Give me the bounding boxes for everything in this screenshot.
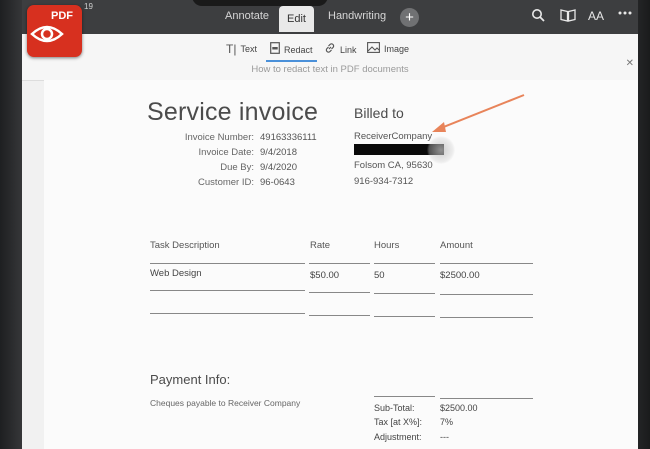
pdf-expert-logo: PDF bbox=[27, 5, 82, 57]
tab-annotate[interactable]: Annotate bbox=[225, 10, 269, 22]
image-icon bbox=[367, 42, 380, 56]
due-by-value: 9/4/2020 bbox=[260, 162, 297, 173]
app-screen: 19 Annotate Edit Handwriting + AA T| Tex… bbox=[22, 0, 638, 449]
search-icon[interactable] bbox=[531, 8, 545, 25]
table-rule bbox=[374, 293, 435, 294]
table-rule bbox=[309, 263, 370, 264]
table-rule bbox=[150, 313, 305, 314]
row-task: Web Design bbox=[150, 268, 202, 279]
logo-text: PDF bbox=[51, 10, 73, 22]
add-tab-button[interactable]: + bbox=[400, 8, 419, 27]
adjustment-label: Adjustment: bbox=[374, 432, 422, 442]
billed-city[interactable]: Folsom CA, 95630 bbox=[354, 160, 433, 171]
customer-id-value: 96-0643 bbox=[260, 177, 295, 188]
table-rule bbox=[309, 292, 370, 293]
tab-edit[interactable]: Edit bbox=[279, 6, 314, 32]
subtotal-label: Sub-Total: bbox=[374, 403, 415, 413]
billed-to-heading: Billed to bbox=[354, 105, 404, 121]
redact-icon bbox=[270, 42, 280, 57]
eye-logo-icon bbox=[30, 25, 64, 43]
customer-id-label: Customer ID: bbox=[198, 177, 254, 188]
text-cursor-icon: T| bbox=[226, 42, 237, 56]
table-rule bbox=[150, 263, 305, 264]
pdf-page: Service invoice Billed to Invoice Number… bbox=[44, 80, 638, 449]
link-icon bbox=[324, 42, 336, 57]
top-toolbar: 19 Annotate Edit Handwriting + AA bbox=[22, 0, 638, 34]
tab-handwriting[interactable]: Handwriting bbox=[328, 10, 386, 22]
subtotal-value: $2500.00 bbox=[440, 403, 478, 413]
table-rule bbox=[374, 263, 435, 264]
annotation-arrow bbox=[432, 94, 525, 132]
billed-company[interactable]: ReceiverCompany bbox=[354, 131, 432, 142]
more-icon[interactable] bbox=[618, 6, 632, 23]
image-tool[interactable]: Image bbox=[367, 42, 409, 56]
table-rule bbox=[374, 316, 435, 317]
invoice-number-value: 49163336111 bbox=[260, 132, 317, 143]
image-tool-label: Image bbox=[384, 44, 410, 54]
invoice-date-label: Invoice Date: bbox=[198, 147, 254, 158]
active-tool-indicator bbox=[266, 60, 317, 62]
table-rule bbox=[440, 294, 533, 295]
link-tool-label: Link bbox=[340, 44, 357, 55]
invoice-title: Service invoice bbox=[147, 98, 319, 126]
adjustment-value: --- bbox=[440, 432, 449, 442]
font-size-icon[interactable]: AA bbox=[588, 9, 604, 23]
row-rate: $50.00 bbox=[310, 270, 340, 281]
table-rule bbox=[309, 315, 370, 316]
payment-note: Cheques payable to Receiver Company bbox=[150, 398, 301, 408]
book-icon[interactable] bbox=[560, 8, 576, 25]
payment-info-heading: Payment Info: bbox=[150, 372, 231, 387]
text-tool-label: Text bbox=[240, 44, 257, 54]
edit-toolbar: T| Text Redact Link Image How to redact … bbox=[22, 34, 638, 81]
close-icon[interactable]: ✕ bbox=[626, 58, 634, 69]
col-rate-header: Rate bbox=[310, 240, 331, 251]
redact-tool-label: Redact bbox=[284, 44, 313, 55]
invoice-number-label: Invoice Number: bbox=[184, 132, 254, 143]
tax-value: 7% bbox=[440, 417, 454, 427]
hint-caption: How to redact text in PDF documents bbox=[251, 64, 409, 75]
totals-rule bbox=[374, 396, 435, 397]
due-by-label: Due By: bbox=[220, 162, 254, 173]
col-amount-header: Amount bbox=[440, 240, 473, 251]
text-tool[interactable]: T| Text bbox=[226, 42, 257, 56]
tax-label: Tax [at X%]: bbox=[374, 417, 423, 427]
invoice-date-value: 9/4/2018 bbox=[260, 147, 297, 158]
link-tool[interactable]: Link bbox=[324, 42, 357, 57]
row-amount: $2500.00 bbox=[440, 270, 480, 281]
col-hours-header: Hours bbox=[374, 240, 400, 251]
status-number: 19 bbox=[84, 2, 93, 11]
table-rule bbox=[440, 263, 533, 264]
billed-phone[interactable]: 916-934-7312 bbox=[354, 176, 413, 187]
table-rule bbox=[440, 317, 533, 318]
row-hours: 50 bbox=[374, 270, 385, 281]
table-rule bbox=[150, 290, 305, 291]
col-task-header: Task Description bbox=[150, 240, 220, 251]
redact-tool[interactable]: Redact bbox=[266, 42, 317, 62]
totals-rule bbox=[440, 398, 533, 399]
